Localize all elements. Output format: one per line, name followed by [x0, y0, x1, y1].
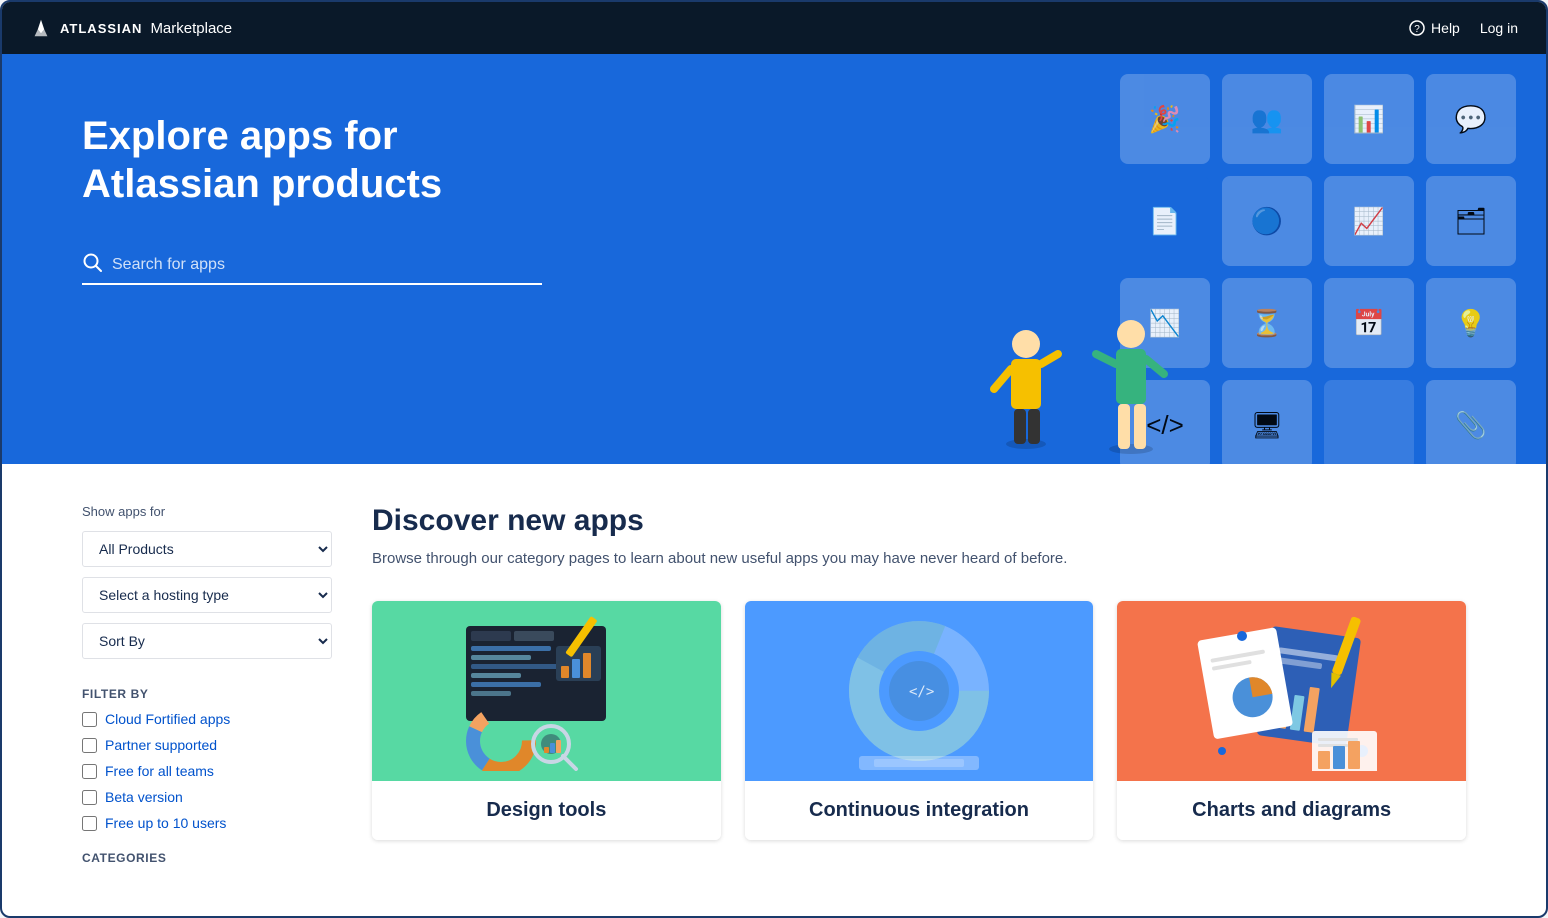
filter-cloud-fortified: Cloud Fortified apps: [82, 711, 332, 727]
marketplace-text: Marketplace: [150, 20, 232, 37]
filter-free-10-users: Free up to 10 users: [82, 815, 332, 831]
sort-by-select[interactable]: Sort By: [82, 623, 332, 659]
charts-illustration: [1182, 611, 1402, 771]
app-tile: 📊: [1324, 74, 1414, 164]
search-icon: [82, 252, 102, 277]
search-bar: [82, 252, 542, 285]
card-charts-diagrams[interactable]: Charts and diagrams: [1117, 601, 1466, 840]
cards-grid: Design tools </>: [372, 601, 1466, 840]
navbar-right: ? Help Log in: [1409, 20, 1518, 36]
app-tile: 💬: [1426, 74, 1516, 164]
navbar: ATLASSIAN Marketplace ? Help Log in: [2, 2, 1546, 54]
hero-title: Explore apps for Atlassian products: [82, 112, 562, 208]
card-image-design-tools: [372, 601, 721, 781]
app-tile: 🗂: [1426, 176, 1516, 266]
filter-partner-supported: Partner supported: [82, 737, 332, 753]
ci-illustration: </>: [809, 611, 1029, 771]
app-tile: 💡: [1426, 278, 1516, 368]
help-label: Help: [1431, 20, 1460, 36]
brand-name: ATLASSIAN: [60, 21, 142, 36]
hero-people: [946, 204, 1226, 464]
card-image-charts: [1117, 601, 1466, 781]
svg-text:?: ?: [1414, 24, 1420, 35]
navbar-left: ATLASSIAN Marketplace: [30, 17, 232, 39]
card-label-charts: Charts and diagrams: [1117, 781, 1466, 840]
filter-free-for-all: Free for all teams: [82, 763, 332, 779]
hero-section: Explore apps for Atlassian products 🎉 👥 …: [2, 54, 1546, 464]
help-link[interactable]: ? Help: [1409, 20, 1460, 36]
filter-cloud-fortified-link[interactable]: Cloud Fortified apps: [105, 711, 230, 727]
app-frame: ATLASSIAN Marketplace ? Help Log in Expl…: [0, 0, 1548, 918]
discover-subtitle: Browse through our category pages to lea…: [372, 548, 1466, 571]
filter-free-10-users-checkbox[interactable]: [82, 816, 97, 831]
card-image-ci: </>: [745, 601, 1094, 781]
filter-free-for-all-checkbox[interactable]: [82, 764, 97, 779]
filter-partner-supported-checkbox[interactable]: [82, 738, 97, 753]
app-tile: [1324, 380, 1414, 464]
help-icon: ?: [1409, 20, 1425, 36]
filter-partner-supported-link[interactable]: Partner supported: [105, 737, 217, 753]
app-tile: 📈: [1324, 176, 1414, 266]
hero-illustration: 🎉 👥 📊 💬 📄 🔵 📈 🗂 📉 ⏳ 📅 💡 </> 🖥 📎: [796, 54, 1546, 464]
atlassian-logo-icon: [30, 17, 52, 39]
app-tile: 👥: [1222, 74, 1312, 164]
filter-cloud-fortified-checkbox[interactable]: [82, 712, 97, 727]
app-tile: 🔵: [1222, 176, 1312, 266]
filter-beta-version-link[interactable]: Beta version: [105, 789, 183, 805]
card-design-tools[interactable]: Design tools: [372, 601, 721, 840]
main-section: Discover new apps Browse through our cat…: [372, 504, 1466, 865]
app-tile: 🎉: [1120, 74, 1210, 164]
all-products-select[interactable]: All Products: [82, 531, 332, 567]
hero-content: Explore apps for Atlassian products: [82, 102, 682, 285]
sidebar: Show apps for All Products Select a host…: [82, 504, 332, 865]
filter-beta-version-checkbox[interactable]: [82, 790, 97, 805]
filter-by-label: FILTER BY: [82, 687, 332, 701]
hosting-type-select[interactable]: Select a hosting type: [82, 577, 332, 613]
svg-text:</>: </>: [909, 684, 934, 700]
login-link[interactable]: Log in: [1480, 20, 1518, 36]
card-continuous-integration[interactable]: </> Continuous integration: [745, 601, 1094, 840]
app-tile: ⏳: [1222, 278, 1312, 368]
design-tools-illustration: [436, 611, 656, 771]
filter-free-10-users-link[interactable]: Free up to 10 users: [105, 815, 226, 831]
app-tile: 📎: [1426, 380, 1516, 464]
search-input[interactable]: [112, 256, 492, 274]
discover-title: Discover new apps: [372, 504, 1466, 538]
main-content: Show apps for All Products Select a host…: [2, 464, 1546, 905]
app-tile: 🖥: [1222, 380, 1312, 464]
card-label-design-tools: Design tools: [372, 781, 721, 840]
show-apps-label: Show apps for: [82, 504, 332, 519]
filter-free-for-all-link[interactable]: Free for all teams: [105, 763, 214, 779]
card-label-ci: Continuous integration: [745, 781, 1094, 840]
app-tile: 📅: [1324, 278, 1414, 368]
atlassian-logo[interactable]: ATLASSIAN Marketplace: [30, 17, 232, 39]
filter-beta-version: Beta version: [82, 789, 332, 805]
categories-label: CATEGORIES: [82, 851, 332, 865]
